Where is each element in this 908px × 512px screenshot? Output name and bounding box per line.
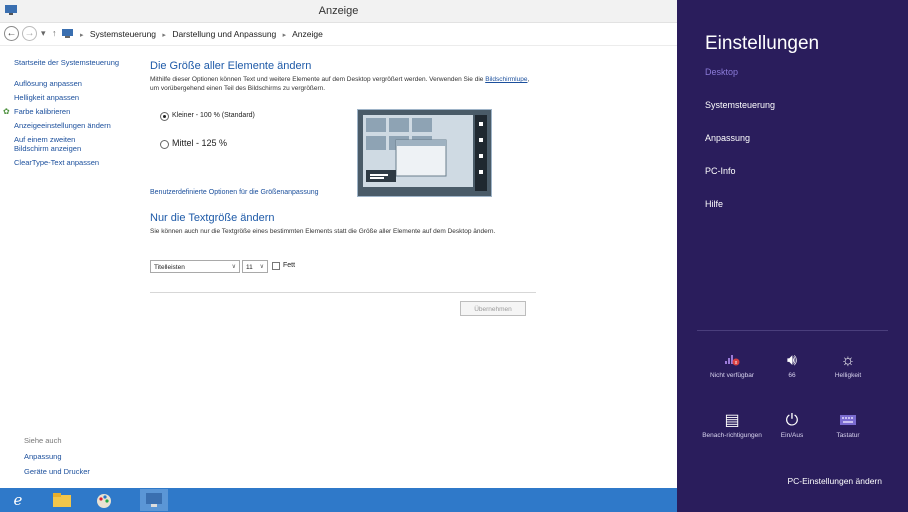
sidebar-item-resolution[interactable]: Auflösung anpassen	[14, 79, 154, 88]
bold-checkbox[interactable]	[272, 262, 280, 270]
power-label: Ein/Aus	[780, 432, 804, 439]
sidebar-item-cleartype[interactable]: ClearType-Text anpassen	[14, 158, 154, 167]
network-label: Nicht verfügbar	[709, 372, 755, 379]
pc-settings-link[interactable]: PC-Einstellungen ändern	[787, 476, 882, 486]
custom-scaling-link[interactable]: Benutzerdefinierte Optionen für die Größ…	[150, 189, 319, 196]
network-tile[interactable]: x Nicht verfügbar	[702, 350, 762, 380]
description: Mithilfe dieser Optionen können Text und…	[150, 76, 540, 93]
size-125-radio[interactable]	[160, 140, 169, 149]
apply-button[interactable]: Übernehmen	[460, 301, 526, 316]
see-also-devices-link[interactable]: Geräte und Drucker	[24, 467, 90, 476]
sidebar-item-label: Farbe kalibrieren	[14, 107, 71, 116]
text-size-heading: Nur die Textgröße ändern	[150, 212, 275, 224]
brightness-icon: ☼	[840, 352, 856, 369]
charm-item-control-panel[interactable]: Systemsteuerung	[705, 100, 775, 110]
internet-explorer-icon[interactable]: e	[8, 491, 28, 509]
taskbar: e	[0, 488, 677, 512]
sidebar: Startseite der Systemsteuerung Auflösung…	[3, 58, 154, 172]
chevron-right-icon: ▸	[162, 32, 166, 39]
see-also-personalization-link[interactable]: Anpassung	[24, 452, 62, 461]
keyboard-label: Tastatur	[836, 432, 860, 439]
control-panel-taskbar-icon[interactable]	[140, 489, 168, 511]
bold-label[interactable]: Fett	[283, 262, 295, 269]
address-bar: ← → ▾ ↑ ▸ Systemsteuerung ▸ Darstellung …	[0, 23, 677, 46]
divider	[150, 292, 536, 293]
magnifier-link[interactable]: Bildschirmlupe	[485, 76, 527, 83]
chevron-down-icon: ∨	[231, 264, 236, 270]
description-text: Mithilfe dieser Optionen können Text und…	[150, 76, 486, 83]
chevron-right-icon: ▸	[80, 32, 84, 39]
control-panel-window: Anzeige ← → ▾ ↑ ▸ Systemsteuerung ▸ Dars…	[0, 0, 677, 512]
element-select-value: Titelleisten	[154, 264, 185, 271]
notifications-tile[interactable]: ▤ Benach-richtigungen	[702, 410, 762, 440]
file-explorer-icon[interactable]	[52, 492, 72, 508]
brightness-label: Helligkeit	[834, 372, 862, 379]
breadcrumb-item[interactable]: Systemsteuerung	[90, 29, 156, 39]
settings-charm: Einstellungen Desktop Systemsteuerung An…	[677, 0, 908, 512]
breadcrumb-item[interactable]: Darstellung und Anpassung	[172, 29, 276, 39]
keyboard-tile[interactable]: Tastatur	[818, 410, 878, 440]
volume-label: 66	[788, 372, 796, 379]
title-bar: Anzeige	[0, 0, 677, 23]
network-unavailable-icon: x	[702, 350, 762, 372]
font-size-value: 11	[246, 264, 253, 271]
page-title: Die Größe aller Elemente ändern	[150, 60, 312, 72]
sidebar-item-second-screen[interactable]: Auf einem zweiten Bildschirm anzeigen	[14, 135, 99, 153]
chevron-right-icon: ▸	[282, 32, 287, 39]
divider	[697, 330, 888, 331]
back-arrow-icon[interactable]: ←	[4, 26, 19, 41]
up-arrow-icon[interactable]: ↑	[52, 28, 57, 38]
charm-item-pc-info[interactable]: PC-Info	[705, 166, 736, 176]
size-100-label[interactable]: Kleiner - 100 % (Standard)	[172, 112, 255, 119]
element-select[interactable]: Titelleisten ∨	[150, 260, 240, 273]
notifications-icon: ▤	[724, 412, 740, 429]
sidebar-item-display-settings[interactable]: Anzeigeeinstellungen ändern	[14, 121, 154, 130]
power-tile[interactable]: ⏻ Ein/Aus	[762, 410, 822, 440]
breadcrumb: ▸ Systemsteuerung ▸ Darstellung und Anpa…	[76, 29, 323, 39]
charm-title: Einstellungen	[705, 33, 820, 54]
charm-item-desktop[interactable]: Desktop	[705, 67, 738, 77]
size-125-label[interactable]: Mittel - 125 %	[172, 138, 227, 148]
sidebar-item-brightness[interactable]: Helligkeit anpassen	[14, 93, 154, 102]
sidebar-home-link[interactable]: Startseite der Systemsteuerung	[14, 58, 154, 67]
text-size-description: Sie können auch nur die Textgröße eines …	[150, 228, 496, 235]
recent-dropdown-icon[interactable]: ▾	[41, 28, 46, 39]
font-size-select[interactable]: 11 ∨	[242, 260, 268, 273]
volume-icon: 🔊︎	[786, 352, 798, 369]
charm-item-help[interactable]: Hilfe	[705, 199, 723, 209]
breadcrumb-item[interactable]: Anzeige	[292, 29, 323, 39]
brightness-tile[interactable]: ☼ Helligkeit	[818, 350, 878, 380]
charm-item-personalization[interactable]: Anpassung	[705, 133, 750, 143]
see-also-heading: Siehe auch	[24, 436, 62, 445]
window-title: Anzeige	[318, 5, 359, 17]
sidebar-item-calibrate[interactable]: ✿ Farbe kalibrieren	[3, 107, 154, 116]
volume-tile[interactable]: 🔊︎ 66	[762, 350, 822, 380]
power-icon: ⏻	[785, 412, 799, 429]
chevron-down-icon: ∨	[259, 264, 264, 270]
paint-icon[interactable]	[94, 491, 114, 509]
forward-arrow-icon[interactable]: →	[22, 26, 37, 41]
shield-icon: ✿	[3, 107, 10, 116]
size-100-radio[interactable]	[160, 112, 169, 121]
keyboard-icon	[818, 410, 878, 432]
control-panel-icon	[62, 29, 73, 38]
display-preview-image	[357, 109, 492, 197]
notifications-label: Benach-richtigungen	[702, 432, 762, 439]
